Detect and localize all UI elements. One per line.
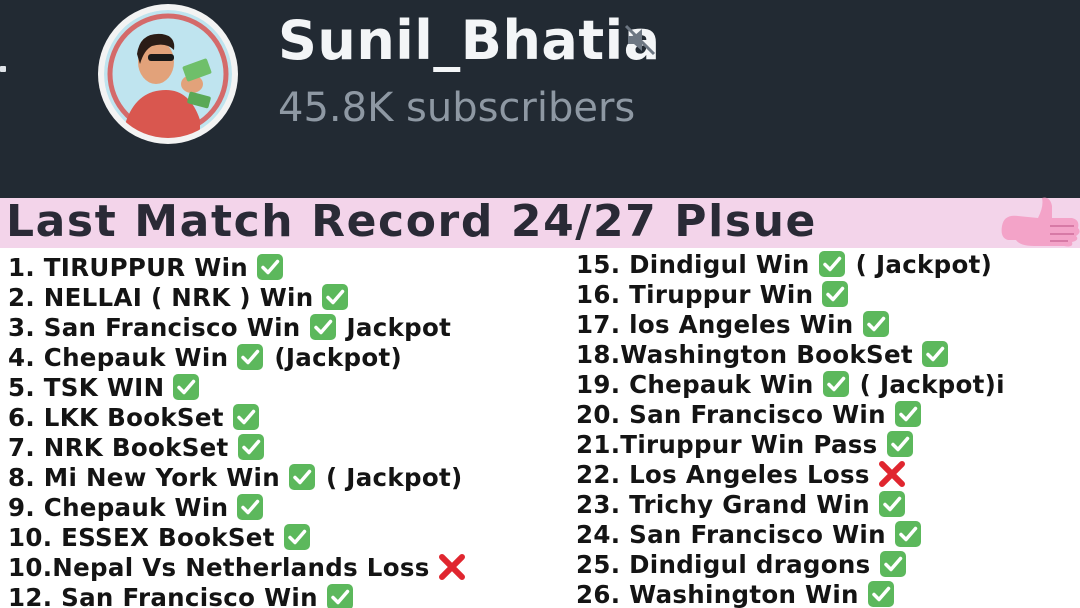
- check-icon: [878, 490, 906, 518]
- record-row: 22. Los Angeles Loss: [576, 459, 1005, 489]
- mute-icon: [624, 24, 656, 56]
- record-list-left: 1. TIRUPPUR Win 2. NELLAI ( NRK ) Win 3. S…: [8, 252, 466, 608]
- check-icon: [283, 523, 311, 551]
- record-row: 6. LKK BookSet: [8, 402, 466, 432]
- record-text: 26. Washington Win: [576, 579, 859, 608]
- record-text: 19. Chepauk Win: [576, 369, 814, 399]
- record-row: 10. ESSEX BookSet: [8, 522, 466, 552]
- check-icon: [862, 310, 890, 338]
- record-text: 24. San Francisco Win: [576, 519, 886, 549]
- record-row: 8. Mi New York Win ( Jackpot): [8, 462, 466, 492]
- record-row: 10.Nepal Vs Netherlands Loss: [8, 552, 466, 582]
- record-text: 21.Tiruppur Win Pass: [576, 429, 878, 459]
- channel-header: Sunil_Bhatia 45.8K subscribers: [0, 0, 1080, 198]
- check-icon: [867, 580, 895, 608]
- channel-name[interactable]: Sunil_Bhatia: [278, 6, 661, 76]
- channel-avatar[interactable]: [98, 4, 238, 144]
- record-text: 8. Mi New York Win: [8, 462, 280, 492]
- record-text: 9. Chepauk Win: [8, 492, 229, 522]
- record-row: 4. Chepauk Win (Jackpot): [8, 342, 466, 372]
- record-row: 7. NRK BookSet: [8, 432, 466, 462]
- record-text: 18.Washington BookSet: [576, 339, 913, 369]
- banner-title: Last Match Record 24/27 Plsue: [6, 196, 817, 247]
- record-note: ( Jackpot)i: [859, 369, 1005, 399]
- record-text: 6. LKK BookSet: [8, 402, 224, 432]
- record-note: Jackpot: [346, 312, 452, 342]
- record-text: 1. TIRUPPUR Win: [8, 252, 249, 282]
- check-icon: [237, 433, 265, 461]
- check-icon: [818, 250, 846, 278]
- record-row: 12. San Francisco Win: [8, 582, 466, 608]
- check-icon: [921, 340, 949, 368]
- record-text: 20. San Francisco Win: [576, 399, 886, 429]
- check-icon: [894, 400, 922, 428]
- record-row: 19. Chepauk Win ( Jackpot)i: [576, 369, 1005, 399]
- record-text: 10.Nepal Vs Netherlands Loss: [8, 552, 430, 582]
- record-row: 26. Washington Win: [576, 579, 1005, 608]
- record-row: 25. Dindigul dragons: [576, 549, 1005, 579]
- record-text: 22. Los Angeles Loss: [576, 459, 870, 489]
- record-row: 2. NELLAI ( NRK ) Win: [8, 282, 466, 312]
- record-text: 15. Dindigul Win: [576, 249, 810, 279]
- check-icon: [321, 283, 349, 311]
- record-text: 7. NRK BookSet: [8, 432, 229, 462]
- record-text: 17. los Angeles Win: [576, 309, 854, 339]
- record-row: 24. San Francisco Win: [576, 519, 1005, 549]
- check-icon: [288, 463, 316, 491]
- record-row: 17. los Angeles Win: [576, 309, 1005, 339]
- record-row: 9. Chepauk Win: [8, 492, 466, 522]
- record-row: 15. Dindigul Win ( Jackpot): [576, 249, 1005, 279]
- check-icon: [309, 313, 337, 341]
- subscriber-count: 45.8K subscribers: [278, 85, 636, 131]
- record-row: 5. TSK WIN: [8, 372, 466, 402]
- record-text: 25. Dindigul dragons: [576, 549, 871, 579]
- record-row: 16. Tiruppur Win: [576, 279, 1005, 309]
- record-row: 20. San Francisco Win: [576, 399, 1005, 429]
- record-row: 3. San Francisco Win Jackpot: [8, 312, 466, 342]
- record-text: 2. NELLAI ( NRK ) Win: [8, 282, 314, 312]
- record-row: 23. Trichy Grand Win: [576, 489, 1005, 519]
- record-text: 23. Trichy Grand Win: [576, 489, 870, 519]
- check-icon: [172, 373, 200, 401]
- record-text: 10. ESSEX BookSet: [8, 522, 275, 552]
- check-icon: [894, 520, 922, 548]
- record-text: 3. San Francisco Win: [8, 312, 301, 342]
- record-note: ( Jackpot): [325, 462, 463, 492]
- record-row: 18.Washington BookSet: [576, 339, 1005, 369]
- record-row: 21.Tiruppur Win Pass: [576, 429, 1005, 459]
- record-text: 12. San Francisco Win: [8, 582, 318, 608]
- check-icon: [236, 493, 264, 521]
- record-row: 1. TIRUPPUR Win: [8, 252, 466, 282]
- record-list-right: 15. Dindigul Win ( Jackpot) 16. Tiruppur W…: [576, 249, 1005, 608]
- check-icon: [822, 370, 850, 398]
- check-icon: [326, 583, 354, 608]
- check-icon: [879, 550, 907, 578]
- check-icon: [886, 430, 914, 458]
- record-note: ( Jackpot): [855, 249, 993, 279]
- record-text: 5. TSK WIN: [8, 372, 165, 402]
- check-icon: [236, 343, 264, 371]
- cross-icon: [878, 460, 906, 488]
- record-note: (Jackpot): [274, 342, 402, 372]
- check-icon: [232, 403, 260, 431]
- record-text: 16. Tiruppur Win: [576, 279, 814, 309]
- record-text: 4. Chepauk Win: [8, 342, 229, 372]
- check-icon: [256, 253, 284, 281]
- record-banner: Last Match Record 24/27 Plsue: [0, 196, 1080, 248]
- check-icon: [821, 280, 849, 308]
- thumbs-up-icon: [1001, 197, 1080, 247]
- cross-icon: [438, 553, 466, 581]
- back-arrow-icon[interactable]: [0, 66, 6, 72]
- avatar-illustration: [104, 10, 232, 138]
